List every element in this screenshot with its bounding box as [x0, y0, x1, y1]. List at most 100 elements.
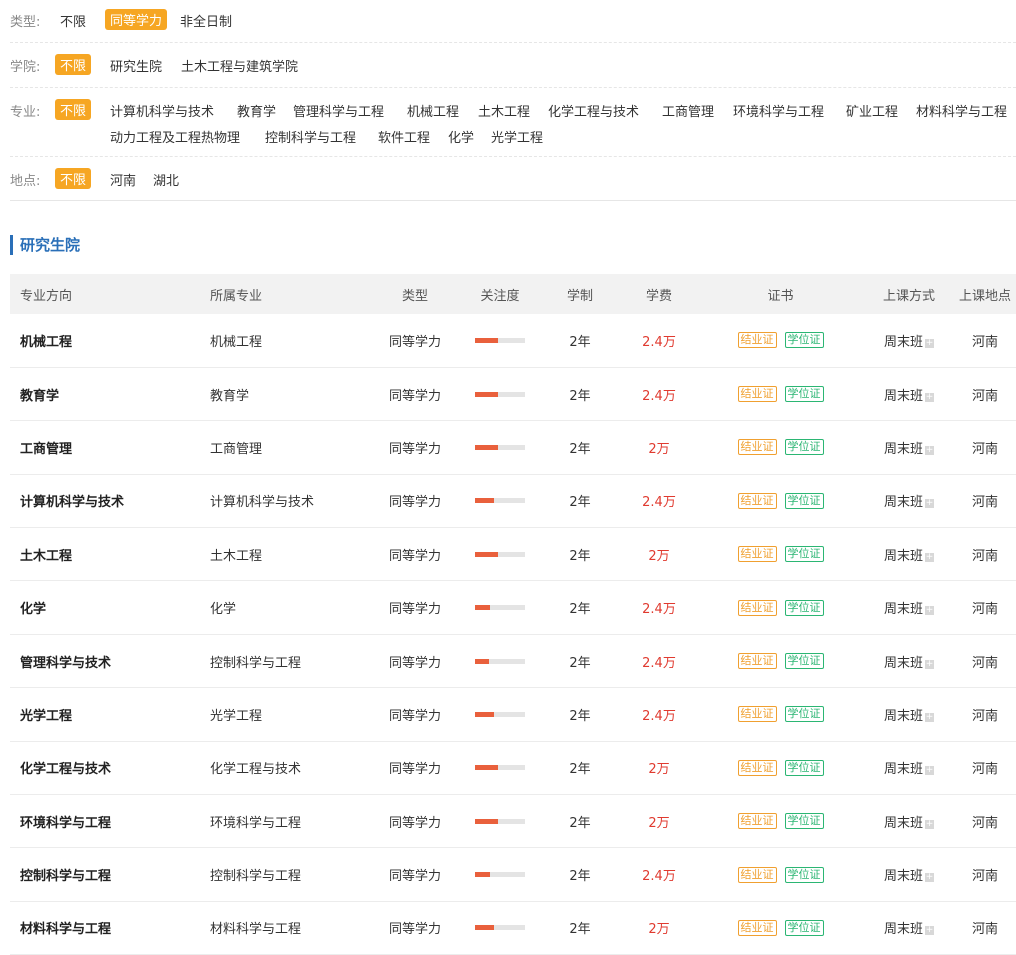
table-row[interactable]: 工商管理 工商管理 同等学力 2年 2万 结业证 学位证 周末班 + 河南 [10, 421, 1016, 475]
plus-icon[interactable]: + [925, 392, 934, 402]
attention-cell [465, 581, 535, 634]
filter-type-unlimited[interactable]: 不限 [60, 11, 86, 30]
program-major: 机械工程 [210, 334, 263, 350]
degree-cert-badge: 学位证 [784, 759, 824, 776]
table-row[interactable]: 光学工程 光学工程 同等学力 2年 2.4万 结业证 学位证 周末班 + 河南 [10, 688, 1016, 742]
table-row[interactable]: 教育学 教育学 同等学力 2年 2.4万 结业证 学位证 周末班 + 河南 [10, 367, 1016, 421]
plus-icon[interactable]: + [925, 873, 934, 883]
plus-icon[interactable]: + [925, 445, 934, 455]
completion-cert-badge: 结业证 [737, 439, 777, 456]
program-major: 化学 [210, 602, 237, 618]
filter-major-option[interactable]: 矿业工程 [846, 101, 898, 120]
attention-bar [475, 551, 525, 557]
program-direction[interactable]: 土木工程 [10, 528, 210, 581]
table-header-row: 专业方向 所属专业 类型 关注度 学制 学费 证书 上课方式 上课地点 [10, 274, 1016, 314]
plus-icon[interactable]: + [925, 819, 934, 829]
class-mode: 周末班 [883, 655, 923, 671]
filter-major-option[interactable]: 环境科学与工程 [733, 101, 824, 120]
class-mode: 周末班 [883, 762, 923, 778]
program-direction[interactable]: 环境科学与工程 [10, 795, 210, 848]
filter-school-civil[interactable]: 土木工程与建筑学院 [181, 56, 298, 75]
program-type: 同等学力 [388, 388, 441, 404]
plus-icon[interactable]: + [925, 499, 934, 509]
filter-location-hubei[interactable]: 湖北 [153, 170, 179, 189]
program-major: 教育学 [210, 388, 250, 404]
filter-major-option[interactable]: 动力工程及工程热物理 [110, 127, 240, 146]
filter-major-option[interactable]: 管理科学与工程 [293, 101, 384, 120]
program-type: 同等学力 [388, 922, 441, 938]
program-duration: 2年 [569, 388, 591, 404]
filter-type-part-time[interactable]: 非全日制 [180, 11, 232, 30]
program-duration: 2年 [569, 869, 591, 885]
degree-cert-badge: 学位证 [784, 546, 824, 563]
filter-location-henan[interactable]: 河南 [110, 170, 136, 189]
plus-icon[interactable]: + [925, 659, 934, 669]
filter-school-graduate[interactable]: 研究生院 [110, 56, 162, 75]
plus-icon[interactable]: + [925, 766, 934, 776]
completion-cert-badge: 结业证 [737, 813, 777, 830]
program-direction[interactable]: 工商管理 [10, 421, 210, 474]
table-row[interactable]: 化学工程与技术 化学工程与技术 同等学力 2年 2万 结业证 学位证 周末班 + 河南 [10, 741, 1016, 795]
table-row[interactable]: 环境科学与工程 环境科学与工程 同等学力 2年 2万 结业证 学位证 周末班 + 河南 [10, 795, 1016, 848]
program-type: 同等学力 [388, 495, 441, 511]
filter-location-unlimited[interactable]: 不限 [55, 168, 92, 189]
attention-bar-fill [475, 925, 494, 931]
program-duration: 2年 [569, 495, 591, 511]
program-direction[interactable]: 材料科学与工程 [10, 901, 210, 954]
class-mode: 周末班 [883, 922, 923, 938]
certificates-cell: 结业证 学位证 [693, 688, 868, 741]
class-mode-cell: 周末班 + [868, 848, 950, 901]
class-mode-cell: 周末班 + [868, 795, 950, 848]
program-direction[interactable]: 光学工程 [10, 688, 210, 741]
filter-type-equivalent[interactable]: 同等学力 [105, 9, 168, 30]
table-row[interactable]: 计算机科学与技术 计算机科学与技术 同等学力 2年 2.4万 结业证 学位证 周末班 + 河南 [10, 474, 1016, 528]
attention-bar [475, 711, 525, 717]
completion-cert-badge: 结业证 [737, 332, 777, 349]
program-direction[interactable]: 管理科学与技术 [10, 634, 210, 687]
table-row[interactable]: 控制科学与工程 控制科学与工程 同等学力 2年 2.4万 结业证 学位证 周末班 + 河南 [10, 848, 1016, 902]
filter-school-unlimited[interactable]: 不限 [55, 54, 92, 75]
filter-major-option[interactable]: 土木工程 [478, 101, 530, 120]
plus-icon[interactable]: + [925, 926, 934, 936]
attention-cell [465, 848, 535, 901]
program-direction[interactable]: 化学 [10, 581, 210, 634]
plus-icon[interactable]: + [925, 712, 934, 722]
program-direction[interactable]: 教育学 [10, 367, 210, 420]
class-location: 河南 [971, 708, 998, 724]
attention-bar-fill [475, 551, 498, 557]
filter-major-option[interactable]: 化学 [448, 127, 474, 146]
filter-major-option[interactable]: 材料科学与工程 [916, 101, 1007, 120]
filter-major-option[interactable]: 工商管理 [662, 101, 714, 120]
filter-major-option[interactable]: 软件工程 [378, 127, 430, 146]
program-fee: 2.4万 [642, 602, 676, 618]
certificates-cell: 结业证 学位证 [693, 474, 868, 527]
program-fee: 2万 [648, 815, 670, 831]
filter-major-option[interactable]: 教育学 [237, 101, 276, 120]
table-row[interactable]: 土木工程 土木工程 同等学力 2年 2万 结业证 学位证 周末班 + 河南 [10, 528, 1016, 581]
filter-major-unlimited[interactable]: 不限 [55, 99, 92, 120]
filter-major-option[interactable]: 化学工程与技术 [548, 101, 639, 120]
plus-icon[interactable]: + [925, 552, 934, 562]
program-direction[interactable]: 化学工程与技术 [10, 741, 210, 794]
program-major: 控制科学与工程 [210, 869, 302, 885]
program-direction[interactable]: 机械工程 [10, 314, 210, 367]
class-mode-cell: 周末班 + [868, 528, 950, 581]
table-row[interactable]: 化学 化学 同等学力 2年 2.4万 结业证 学位证 周末班 + 河南 [10, 581, 1016, 635]
filter-panel: 类型: 不限 同等学力 非全日制 学院: 不限 研究生院 土木工程与建筑学院 专… [10, 0, 1016, 201]
filter-major-option[interactable]: 光学工程 [491, 127, 543, 146]
table-row[interactable]: 材料科学与工程 材料科学与工程 同等学力 2年 2万 结业证 学位证 周末班 + 河南 [10, 901, 1016, 955]
program-type: 同等学力 [388, 441, 441, 457]
plus-icon[interactable]: + [925, 606, 934, 616]
certificates-cell: 结业证 学位证 [693, 528, 868, 581]
filter-major-option[interactable]: 计算机科学与技术 [110, 101, 214, 120]
program-duration: 2年 [569, 922, 591, 938]
attention-cell [465, 474, 535, 527]
plus-icon[interactable]: + [925, 338, 934, 348]
table-row[interactable]: 机械工程 机械工程 同等学力 2年 2.4万 结业证 学位证 周末班 + 河南 [10, 314, 1016, 368]
table-row[interactable]: 管理科学与技术 控制科学与工程 同等学力 2年 2.4万 结业证 学位证 周末班 + 河南 [10, 634, 1016, 688]
program-direction[interactable]: 计算机科学与技术 [10, 474, 210, 527]
program-direction[interactable]: 控制科学与工程 [10, 848, 210, 901]
filter-major-option[interactable]: 机械工程 [407, 101, 459, 120]
filter-major-option[interactable]: 控制科学与工程 [265, 127, 356, 146]
degree-cert-badge: 学位证 [784, 706, 824, 723]
